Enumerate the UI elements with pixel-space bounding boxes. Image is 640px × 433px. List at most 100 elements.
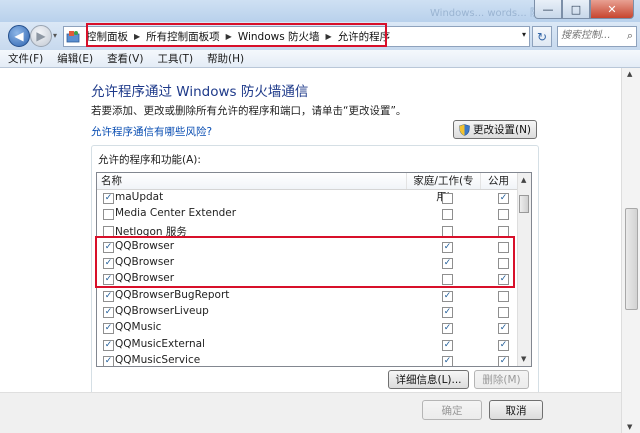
list-scroll-down-icon[interactable]: ▼ [521,355,526,363]
program-name: QQBrowser [115,256,175,269]
home-network-checkbox[interactable] [442,193,453,204]
firewall-window: Windows... words... 防火墙 — □ ✕ ◀ ▶ ▾ 控制面板… [0,0,640,433]
home-network-checkbox[interactable]: ✓ [442,355,453,366]
back-button[interactable]: ◀ [8,25,30,47]
program-name: Media Center Extender [115,207,237,220]
public-network-checkbox[interactable] [498,225,509,237]
program-enabled-checkbox[interactable] [103,225,114,237]
program-name: Netlogon 服务 [115,225,187,238]
risk-link[interactable]: 允许程序通信有哪些风险? [91,124,212,139]
search-icon[interactable]: ⌕ [627,29,633,43]
column-name[interactable]: 名称 [97,173,407,189]
close-button[interactable]: ✕ [590,0,634,19]
forward-button[interactable]: ▶ [30,25,52,47]
column-public[interactable]: 公用 [480,173,517,189]
public-network-checkbox[interactable]: ✓ [498,193,509,204]
program-enabled-checkbox[interactable]: ✓ [103,323,114,335]
address-bar[interactable]: 控制面板 ▶ 所有控制面板项 ▶ Windows 防火墙 ▶ 允许的程序 ▾ [63,26,530,47]
home-network-checkbox[interactable] [442,274,453,286]
program-name: maUpdat [115,191,164,203]
search-input[interactable] [561,28,619,43]
program-row[interactable]: ✓ QQBrowser ✓ [97,271,517,287]
program-enabled-checkbox[interactable]: ✓ [103,355,114,366]
program-row[interactable]: ✓ QQBrowserLiveup ✓ [97,304,517,320]
program-enabled-checkbox[interactable]: ✓ [103,290,114,302]
program-row[interactable]: ✓ QQBrowser ✓ [97,239,517,255]
change-settings-button[interactable]: 更改设置(N) [453,120,537,139]
details-button[interactable]: 详细信息(L)... [388,370,469,389]
uac-shield-icon [459,123,470,136]
public-network-checkbox[interactable]: ✓ [498,274,509,286]
public-network-checkbox[interactable] [498,307,509,319]
home-network-checkbox[interactable]: ✓ [442,241,453,253]
list-scroll-up-icon[interactable]: ▲ [521,176,526,184]
program-enabled-checkbox[interactable]: ✓ [103,274,114,286]
program-row[interactable]: Media Center Extender [97,206,517,222]
scroll-down-icon[interactable]: ▼ [627,423,632,431]
program-row[interactable]: ✓ QQBrowserBugReport ✓ [97,288,517,304]
maximize-button[interactable]: □ [562,0,590,19]
program-row[interactable]: Netlogon 服务 [97,223,517,239]
breadcrumb-item[interactable]: Windows 防火墙 [238,29,320,44]
home-network-checkbox[interactable] [442,209,453,221]
programs-list: 名称 家庭/工作(专用) 公用 ✓maUpdat✓Media Center Ex… [96,172,532,367]
title-bar: Windows... words... 防火墙 — □ ✕ [0,0,640,22]
breadcrumb-item[interactable]: 所有控制面板项 [146,29,220,44]
program-row[interactable]: ✓ QQMusicService ✓ ✓ [97,353,517,366]
home-network-checkbox[interactable]: ✓ [442,258,453,270]
public-network-checkbox[interactable] [498,258,509,270]
scroll-up-icon[interactable]: ▲ [627,70,632,78]
program-name: QQMusicService [115,353,201,366]
home-network-checkbox[interactable]: ✓ [442,339,453,351]
program-enabled-checkbox[interactable]: ✓ [103,339,114,351]
breadcrumb-item[interactable]: 允许的程序 [338,29,391,44]
page-scrollbar[interactable]: ▲ ▼ [621,68,640,433]
program-enabled-checkbox[interactable]: ✓ [103,241,114,253]
refresh-button[interactable]: ↻ [532,26,552,47]
menu-item[interactable]: 查看(V) [101,51,149,66]
recent-pages-dropdown[interactable]: ▾ [53,31,57,40]
breadcrumb-separator-icon[interactable]: ▶ [226,32,232,41]
address-dropdown-icon[interactable]: ▾ [522,30,526,39]
menu-item[interactable]: 工具(T) [151,51,199,66]
program-enabled-checkbox[interactable] [103,209,114,221]
breadcrumb-item[interactable]: 控制面板 [86,29,128,44]
menu-item[interactable]: 帮助(H) [201,51,250,66]
public-network-checkbox[interactable] [498,209,509,221]
home-network-checkbox[interactable]: ✓ [442,290,453,302]
page-scroll-thumb[interactable] [625,208,638,310]
program-row[interactable]: ✓ QQBrowser ✓ [97,255,517,271]
public-network-checkbox[interactable] [498,241,509,253]
program-rows: ✓ maUpdat ✓ Media Center Extender Netlogon 服… [97,190,517,366]
program-enabled-checkbox[interactable]: ✓ [103,307,114,319]
program-enabled-checkbox[interactable]: ✓ [103,193,114,204]
menu-item[interactable]: 文件(F) [2,51,49,66]
home-network-checkbox[interactable]: ✓ [442,323,453,335]
program-row[interactable]: ✓ QQMusicExternal ✓ ✓ [97,337,517,353]
minimize-button[interactable]: — [534,0,562,19]
list-scrollbar[interactable]: ▲ ▼ [517,173,531,366]
list-scroll-thumb[interactable] [519,195,529,213]
program-name: QQMusic [115,321,162,334]
program-name: QQMusicExternal [115,337,205,350]
public-network-checkbox[interactable]: ✓ [498,355,509,366]
home-network-checkbox[interactable] [442,225,453,237]
breadcrumb-separator-icon[interactable]: ▶ [134,32,140,41]
public-network-checkbox[interactable]: ✓ [498,323,509,335]
remove-button[interactable]: 删除(M) [474,370,529,389]
ok-button[interactable]: 确定 [422,400,482,420]
page-subtitle: 若要添加、更改或删除所有允许的程序和端口，请单击“更改设置”。 [91,105,407,117]
program-row[interactable]: ✓ QQMusic ✓ ✓ [97,320,517,336]
public-network-checkbox[interactable] [498,290,509,302]
menu-item[interactable]: 编辑(E) [51,51,99,66]
program-name: QQBrowserLiveup [115,305,209,318]
home-network-checkbox[interactable]: ✓ [442,307,453,319]
program-row[interactable]: ✓ maUpdat ✓ [97,190,517,206]
program-enabled-checkbox[interactable]: ✓ [103,258,114,270]
column-home[interactable]: 家庭/工作(专用) [407,173,481,203]
control-panel-icon [66,31,80,43]
public-network-checkbox[interactable]: ✓ [498,339,509,351]
breadcrumb-separator-icon[interactable]: ▶ [326,32,332,41]
cancel-button[interactable]: 取消 [489,400,543,420]
breadcrumb: 控制面板 ▶ 所有控制面板项 ▶ Windows 防火墙 ▶ 允许的程序 [86,28,390,44]
